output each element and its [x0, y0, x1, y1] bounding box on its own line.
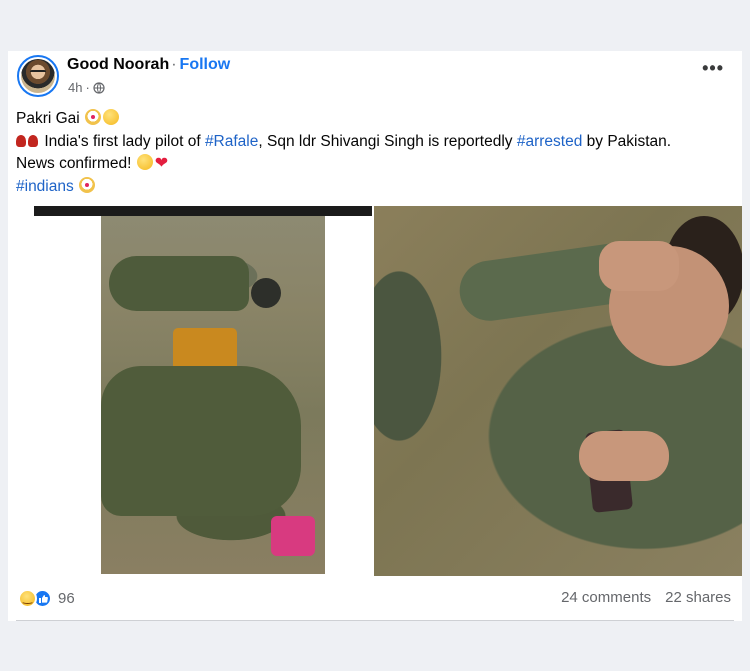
author-avatar[interactable] [17, 55, 59, 97]
globe-icon [93, 81, 105, 94]
footer-divider [16, 620, 734, 621]
siren-emoji-icon [28, 134, 38, 147]
post-text-line-1: Pakri Gai [16, 108, 736, 131]
follow-button[interactable]: Follow [180, 56, 231, 73]
hashtag-indians[interactable]: #indians [16, 178, 74, 195]
post-card: Good Noorah · Follow 4h · ••• Pakri Gai In… [8, 51, 742, 621]
author-name[interactable]: Good Noorah [67, 56, 169, 73]
separator-dot: · [171, 56, 177, 73]
reaction-count: 96 [58, 590, 75, 607]
comments-count-link[interactable]: 24 comments [561, 589, 651, 606]
post-text-line-4: #indians [16, 176, 736, 199]
reactions-summary[interactable]: ‿ 96 [18, 589, 75, 608]
post-meta: 4h · [68, 80, 105, 95]
clown-emoji-icon [79, 176, 96, 193]
post-header-line: Good Noorah · Follow [67, 56, 230, 74]
post-stats: 24 comments 22 shares [561, 589, 731, 606]
post-text-line-2: India's first lady pilot of #Rafale, Sqn… [16, 131, 736, 154]
siren-emoji-icon [16, 134, 26, 147]
hashtag-arrested[interactable]: #arrested [517, 133, 582, 150]
post-timestamp[interactable]: 4h [68, 80, 82, 95]
photo-pilots-lying [101, 216, 325, 574]
post-text: Pakri Gai India's first lady pilot of #R… [16, 108, 736, 198]
post-text-line-3: News confirmed! ❤ [16, 153, 736, 176]
more-options-icon[interactable]: ••• [702, 59, 724, 77]
avatar-image [21, 59, 55, 93]
post-image-right[interactable] [374, 206, 742, 576]
clown-emoji-icon [85, 109, 102, 125]
heart-emoji-icon: ❤ [154, 155, 169, 172]
salute-emoji-icon [136, 154, 153, 170]
starstruck-emoji-icon [103, 109, 120, 125]
shares-count-link[interactable]: 22 shares [665, 589, 731, 606]
post-image-left[interactable] [8, 206, 372, 576]
haha-reaction-icon: ‿ [18, 589, 37, 608]
hashtag-rafale[interactable]: #Rafale [205, 133, 258, 150]
